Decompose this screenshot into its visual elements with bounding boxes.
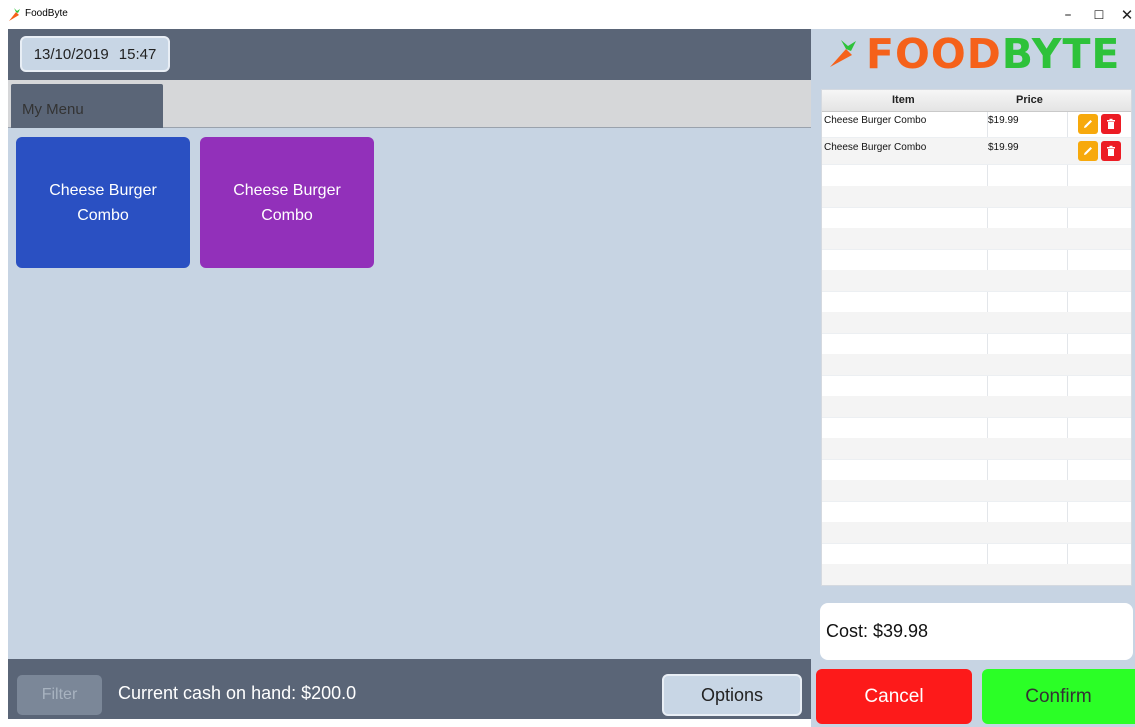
delete-item-button[interactable]: [1101, 141, 1121, 161]
maximize-icon: ☐: [1093, 7, 1105, 22]
empty-row: [822, 459, 1131, 481]
pencil-icon: [1084, 147, 1092, 155]
column-header-item[interactable]: Item: [892, 94, 915, 106]
delete-item-button[interactable]: [1101, 114, 1121, 134]
empty-row: [822, 207, 1131, 229]
empty-row: [822, 249, 1131, 271]
menu-item-tile[interactable]: Cheese Burger Combo: [16, 137, 190, 268]
order-item-name: Cheese Burger Combo: [824, 115, 927, 126]
empty-row: [822, 480, 1131, 502]
minimize-icon: –: [1064, 6, 1072, 23]
menu-item-name-line1: Cheese Burger: [233, 181, 341, 199]
empty-row: [822, 564, 1131, 585]
menu-item-tile[interactable]: Cheese Burger Combo: [200, 137, 374, 268]
empty-row: [822, 375, 1131, 397]
empty-row: [822, 354, 1131, 376]
empty-row: [822, 270, 1131, 292]
column-header-price[interactable]: Price: [1016, 94, 1043, 106]
empty-row: [822, 333, 1131, 355]
date-time-display: 13/10/2019 15:47: [20, 36, 170, 72]
trash-icon: [1107, 145, 1115, 156]
order-item-name: Cheese Burger Combo: [824, 142, 927, 153]
order-item-price: $19.99: [988, 115, 1019, 126]
empty-row: [822, 228, 1131, 250]
window-title: FoodByte: [25, 8, 68, 19]
cancel-button[interactable]: Cancel: [816, 669, 972, 724]
empty-row: [822, 417, 1131, 439]
cash-on-hand-label: Current cash on hand: $200.0: [118, 683, 357, 703]
time-label: 15:47: [118, 45, 157, 63]
menu-item-name-line2: Combo: [77, 206, 129, 224]
filter-button[interactable]: Filter: [17, 675, 102, 715]
logo-byte-text: BYTE: [1001, 30, 1121, 78]
window-title-bar: FoodByte – ☐ ✕: [0, 0, 1135, 29]
close-icon: ✕: [1120, 5, 1134, 24]
empty-row: [822, 396, 1131, 418]
menu-item-name-line2: Combo: [261, 206, 313, 224]
options-button[interactable]: Options: [662, 674, 802, 716]
order-item-price: $19.99: [988, 142, 1019, 153]
empty-row: [822, 501, 1131, 523]
empty-row: [822, 522, 1131, 544]
empty-row: [822, 438, 1131, 460]
order-table: Item Price Cheese Burger Combo $19.99 Ch…: [821, 89, 1132, 586]
carrot-icon: [9, 8, 20, 21]
foodbyte-logo: FOODBYTE: [826, 30, 1121, 78]
logo-food-text: FOOD: [866, 30, 1002, 78]
edit-item-button[interactable]: [1078, 141, 1098, 161]
pencil-icon: [1084, 120, 1092, 128]
order-cost: Cost: $39.98: [820, 603, 1133, 660]
empty-row: [822, 543, 1131, 565]
menu-item-name-line1: Cheese Burger: [49, 181, 157, 199]
empty-row: [822, 312, 1131, 334]
close-button[interactable]: ✕: [1109, 0, 1135, 29]
edit-item-button[interactable]: [1078, 114, 1098, 134]
trash-icon: [1107, 118, 1115, 129]
order-row[interactable]: Cheese Burger Combo $19.99: [822, 111, 1131, 138]
empty-row: [822, 291, 1131, 313]
empty-row: [822, 186, 1131, 208]
tab-my-menu-label: My Menu: [22, 101, 84, 118]
confirm-button[interactable]: Confirm: [982, 669, 1135, 724]
carrot-icon: [830, 40, 856, 67]
order-row[interactable]: Cheese Burger Combo $19.99: [822, 138, 1131, 165]
order-table-header: Item Price: [822, 90, 1131, 112]
empty-row: [822, 165, 1131, 187]
date-label: 13/10/2019: [33, 45, 109, 63]
